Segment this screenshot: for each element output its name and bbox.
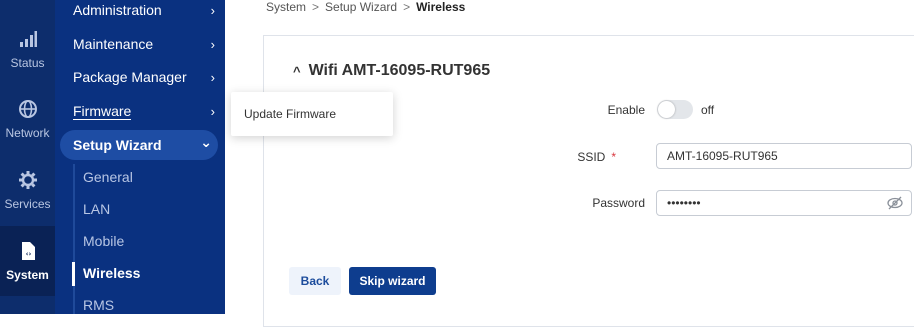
menu-item-administration[interactable]: Administration ›	[73, 0, 215, 23]
chevron-right-icon: ›	[210, 103, 215, 119]
ssid-field[interactable]: AMT-16095-RUT965	[656, 143, 912, 169]
menu-item-package-manager[interactable]: Package Manager ›	[73, 64, 215, 90]
wizard-step-rms[interactable]: RMS	[83, 297, 114, 313]
password-value: ••••••••	[667, 196, 701, 210]
skip-wizard-button[interactable]: Skip wizard	[349, 267, 436, 295]
menu-item-setup-wizard[interactable]: Setup Wizard ⌄	[60, 130, 218, 160]
breadcrumb-separator: >	[403, 0, 411, 14]
enable-label: Enable	[607, 103, 645, 117]
password-label: Password	[592, 196, 645, 210]
menu-item-label: Administration	[73, 2, 162, 18]
chevron-right-icon: ›	[210, 69, 215, 85]
signal-bars-icon	[17, 28, 39, 50]
rail-item-label: Services	[4, 197, 51, 211]
update-firmware-link[interactable]: Update Firmware	[244, 107, 336, 121]
ssid-label: SSID *	[496, 150, 616, 164]
required-mark: *	[611, 150, 616, 164]
rail-item-label: Status	[10, 56, 45, 70]
rail-item-system[interactable]: ‹› System	[0, 226, 55, 296]
breadcrumb: System > Setup Wizard > Wireless	[266, 0, 465, 14]
breadcrumb-separator: >	[312, 0, 320, 14]
breadcrumb-setup-wizard[interactable]: Setup Wizard	[325, 0, 397, 14]
menu-item-maintenance[interactable]: Maintenance ›	[73, 31, 215, 57]
collapse-caret-icon: ^	[293, 63, 301, 79]
chevron-right-icon: ›	[210, 2, 215, 18]
password-field[interactable]: ••••••••	[656, 190, 912, 216]
enable-toggle[interactable]	[657, 100, 693, 119]
menu-item-label: Setup Wizard	[73, 137, 162, 153]
rail-item-network[interactable]: Network	[0, 84, 55, 154]
section-title: Wifi AMT-16095-RUT965	[308, 62, 491, 79]
wizard-step-general[interactable]: General	[83, 169, 133, 185]
svg-text:‹›: ‹›	[25, 250, 31, 258]
menu-item-firmware[interactable]: Firmware ›	[73, 98, 215, 124]
ssid-value: AMT-16095-RUT965	[667, 149, 778, 163]
rail-item-label: System	[6, 268, 49, 282]
breadcrumb-wireless: Wireless	[416, 0, 466, 14]
menu-item-label: Package Manager	[73, 69, 187, 85]
enable-state: off	[701, 103, 715, 117]
globe-icon	[17, 98, 39, 120]
firmware-flyout: Update Firmware	[231, 92, 393, 136]
wizard-step-lan[interactable]: LAN	[83, 201, 110, 217]
chevron-down-icon: ⌄	[200, 133, 212, 150]
eye-slash-icon[interactable]	[887, 196, 903, 213]
wizard-step-mobile[interactable]: Mobile	[83, 233, 124, 249]
breadcrumb-system[interactable]: System	[266, 0, 306, 14]
rail-item-status[interactable]: Status	[0, 14, 55, 84]
wizard-step-wireless[interactable]: Wireless	[83, 265, 140, 281]
code-file-icon: ‹›	[17, 240, 39, 262]
active-indicator	[72, 262, 75, 286]
rail-item-label: Network	[5, 126, 50, 140]
section-header[interactable]: ^ Wifi AMT-16095-RUT965	[293, 62, 490, 80]
rail-item-services[interactable]: Services	[0, 155, 55, 225]
icon-rail: Status Network Services ‹› System	[0, 0, 55, 314]
ssid-label-text: SSID	[577, 150, 606, 164]
submenu-tree-line	[73, 164, 75, 314]
gear-icon	[17, 169, 39, 191]
menu-item-label: Firmware	[73, 102, 132, 120]
menu-item-label: Maintenance	[73, 36, 154, 52]
back-button[interactable]: Back	[289, 267, 341, 295]
toggle-knob	[658, 101, 675, 118]
chevron-right-icon: ›	[210, 36, 215, 52]
